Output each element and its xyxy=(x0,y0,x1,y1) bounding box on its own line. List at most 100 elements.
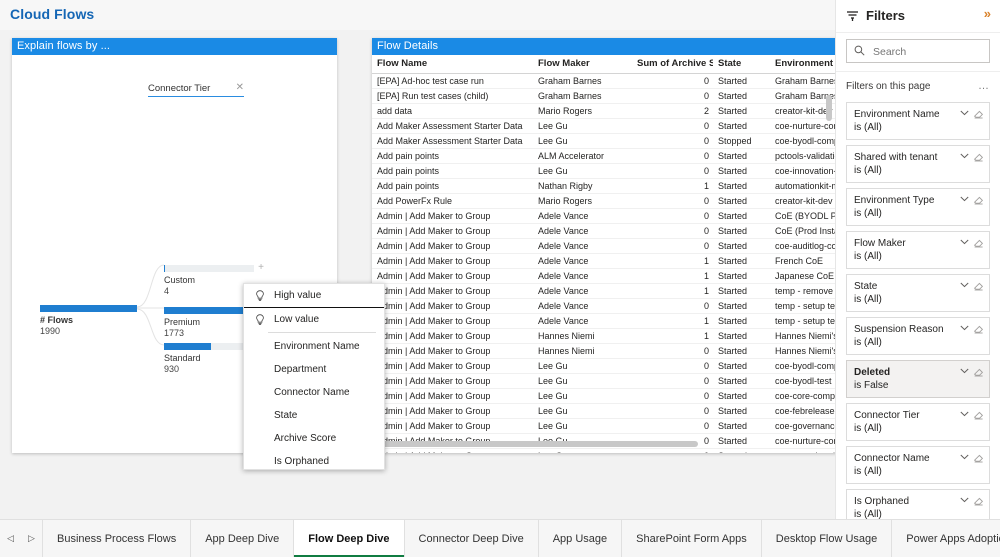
chevron-down-icon[interactable] xyxy=(960,411,969,417)
clear-filter-eraser-icon[interactable] xyxy=(973,495,984,506)
filter-card-state[interactable]: Stateis (All) xyxy=(846,274,990,312)
clear-filter-eraser-icon[interactable] xyxy=(973,151,984,162)
menu-item-archive-score[interactable]: Archive Score xyxy=(244,427,384,450)
clear-filter-eraser-icon[interactable] xyxy=(973,194,984,205)
chevron-down-icon[interactable] xyxy=(960,153,969,159)
tab-sharepoint-form-apps[interactable]: SharePoint Form Apps xyxy=(622,520,762,557)
clear-filter-eraser-icon[interactable] xyxy=(973,108,984,119)
tree-node-custom[interactable]: + Custom 4 xyxy=(164,265,254,297)
tab-label: Business Process Flows xyxy=(57,533,176,545)
menu-item-high-value[interactable]: High value xyxy=(244,284,384,307)
table-row[interactable]: Admin | Add Maker to GroupHannes Niemi0S… xyxy=(372,344,838,359)
filter-card-connector-tier[interactable]: Connector Tieris (All) xyxy=(846,403,990,441)
menu-item-state[interactable]: State xyxy=(244,404,384,427)
tree-node-label: Custom xyxy=(164,275,254,286)
column-header-flow-maker[interactable]: Flow Maker xyxy=(533,55,632,74)
filters-search-box[interactable] xyxy=(846,39,990,63)
filter-card-connector-name[interactable]: Connector Nameis (All) xyxy=(846,446,990,484)
menu-item-department[interactable]: Department xyxy=(244,358,384,381)
clear-filter-eraser-icon[interactable] xyxy=(973,452,984,463)
menu-item-label: Is Orphaned xyxy=(274,456,329,467)
chevron-down-icon[interactable] xyxy=(960,196,969,202)
chevron-down-icon[interactable] xyxy=(960,454,969,460)
clear-filter-eraser-icon[interactable] xyxy=(973,237,984,248)
table-row[interactable]: Admin | Add Maker to GroupAdele Vance0St… xyxy=(372,239,838,254)
clear-filter-eraser-icon[interactable] xyxy=(973,323,984,334)
menu-item-is-orphaned[interactable]: Is Orphaned xyxy=(244,450,384,473)
chevron-down-icon[interactable] xyxy=(960,497,969,503)
table-row[interactable]: add dataMario Rogers2Startedcreator-kit-… xyxy=(372,104,838,119)
search-input[interactable] xyxy=(871,40,995,64)
filter-card-environment-type[interactable]: Environment Typeis (All) xyxy=(846,188,990,226)
table-row[interactable]: Admin | Add Maker to GroupAdele Vance1St… xyxy=(372,254,838,269)
tab-desktop-flow-usage[interactable]: Desktop Flow Usage xyxy=(762,520,893,557)
filter-card-is-orphaned[interactable]: Is Orphanedis (All) xyxy=(846,489,990,520)
tab-power-apps-adoption[interactable]: Power Apps Adoption xyxy=(892,520,1000,557)
clear-filter-eraser-icon[interactable] xyxy=(973,280,984,291)
chevron-down-icon[interactable] xyxy=(960,110,969,116)
column-header-state[interactable]: State xyxy=(713,55,770,74)
flow-details-table-body[interactable]: Flow Name Flow Maker Sum of Archive Scor… xyxy=(372,55,838,453)
close-icon[interactable]: ✕ xyxy=(236,82,244,93)
tree-expand-menu[interactable]: High value Low value Environment Name De… xyxy=(243,283,385,470)
tab-app-deep-dive[interactable]: App Deep Dive xyxy=(191,520,294,557)
table-row[interactable]: Admin | Add Maker to GroupLee Gu0Started… xyxy=(372,359,838,374)
table-row[interactable]: Admin | Add Maker to GroupLee Gu0Started… xyxy=(372,389,838,404)
filter-card-deleted[interactable]: Deletedis False xyxy=(846,360,990,398)
tab-label: Connector Deep Dive xyxy=(419,533,524,545)
expand-plus-icon[interactable]: + xyxy=(258,264,264,272)
filter-card-suspension-reason[interactable]: Suspension Reasonis (All) xyxy=(846,317,990,355)
filter-card-environment-name[interactable]: Environment Nameis (All) xyxy=(846,102,990,140)
more-options-icon[interactable]: … xyxy=(978,80,990,92)
table-row[interactable]: [EPA] Ad-hoc test case runGraham Barnes0… xyxy=(372,74,838,89)
table-row[interactable]: Add Maker Assessment Starter DataLee Gu0… xyxy=(372,119,838,134)
chevron-down-icon[interactable] xyxy=(960,239,969,245)
table-row[interactable]: Admin | Add Maker to GroupLee Gu0Started… xyxy=(372,374,838,389)
table-row[interactable]: Add pain pointsNathan Rigby1Startedautom… xyxy=(372,179,838,194)
clear-filter-eraser-icon[interactable] xyxy=(973,366,984,377)
table-row[interactable]: Admin | Add Maker to GroupLee Gu0Started… xyxy=(372,404,838,419)
next-page-icon[interactable]: ▷ xyxy=(28,533,35,544)
tree-node-bar-fill xyxy=(164,265,165,272)
table-row[interactable]: Add Maker Assessment Starter DataLee Gu0… xyxy=(372,134,838,149)
menu-item-connector-name[interactable]: Connector Name xyxy=(244,381,384,404)
column-header-flow-name[interactable]: Flow Name xyxy=(372,55,533,74)
menu-item-label: Department xyxy=(274,364,326,375)
prev-page-icon[interactable]: ◁ xyxy=(7,533,14,544)
column-header-environment-name[interactable]: Environment Name xyxy=(770,55,838,74)
menu-item-environment-name[interactable]: Environment Name xyxy=(244,335,384,358)
table-row[interactable]: Admin | Add Maker to GroupLee Gu0Started… xyxy=(372,419,838,434)
clear-filter-eraser-icon[interactable] xyxy=(973,409,984,420)
table-row[interactable]: Admin | Add Maker to GroupHannes Niemi1S… xyxy=(372,329,838,344)
table-row[interactable]: Admin | Add Maker to GroupAdele Vance0St… xyxy=(372,224,838,239)
tab-app-usage[interactable]: App Usage xyxy=(539,520,622,557)
table-horizontal-scroll-thumb[interactable] xyxy=(380,441,698,447)
tree-node-premium[interactable]: + Premium 1773 xyxy=(164,307,254,339)
table-row[interactable]: Admin | Add Maker to GroupAdele Vance0St… xyxy=(372,299,838,314)
table-horizontal-scrollbar[interactable] xyxy=(376,444,824,450)
tab-connector-deep-dive[interactable]: Connector Deep Dive xyxy=(405,520,539,557)
filter-card-shared-with-tenant[interactable]: Shared with tenantis (All) xyxy=(846,145,990,183)
chevron-down-icon[interactable] xyxy=(960,282,969,288)
double-chevron-right-icon[interactable]: » xyxy=(984,6,991,22)
tab-business-process-flows[interactable]: Business Process Flows xyxy=(43,520,191,557)
table-row[interactable]: Admin | Add Maker to GroupAdele Vance0St… xyxy=(372,209,838,224)
chevron-down-icon[interactable] xyxy=(960,325,969,331)
table-vertical-scroll-thumb[interactable] xyxy=(826,95,832,121)
tree-node-root[interactable]: # Flows 1990 xyxy=(40,305,137,337)
filter-card-flow-maker[interactable]: Flow Makeris (All) xyxy=(846,231,990,269)
table-row[interactable]: Admin | Add Maker to GroupAdele Vance1St… xyxy=(372,284,838,299)
column-header-archive-score[interactable]: Sum of Archive Score xyxy=(632,55,713,74)
table-row[interactable]: Add PowerFx RuleMario Rogers0Startedcrea… xyxy=(372,194,838,209)
table-row[interactable]: Add pain pointsALM Accelerator0Startedpc… xyxy=(372,149,838,164)
table-row[interactable]: Add pain pointsLee Gu0Startedcoe-innovat… xyxy=(372,164,838,179)
table-row[interactable]: [EPA] Run test cases (child)Graham Barne… xyxy=(372,89,838,104)
cell-flow-maker: Lee Gu xyxy=(533,134,632,149)
menu-item-low-value[interactable]: Low value xyxy=(244,308,384,331)
dimension-chip-connector-tier[interactable]: Connector Tier ✕ xyxy=(148,83,244,97)
table-row[interactable]: Admin | Add Maker to GroupAdele Vance1St… xyxy=(372,269,838,284)
tree-node-standard[interactable]: + Standard 930 xyxy=(164,343,254,375)
chevron-down-icon[interactable] xyxy=(960,368,969,374)
table-row[interactable]: Admin | Add Maker to GroupAdele Vance1St… xyxy=(372,314,838,329)
tab-flow-deep-dive[interactable]: Flow Deep Dive xyxy=(294,520,404,557)
